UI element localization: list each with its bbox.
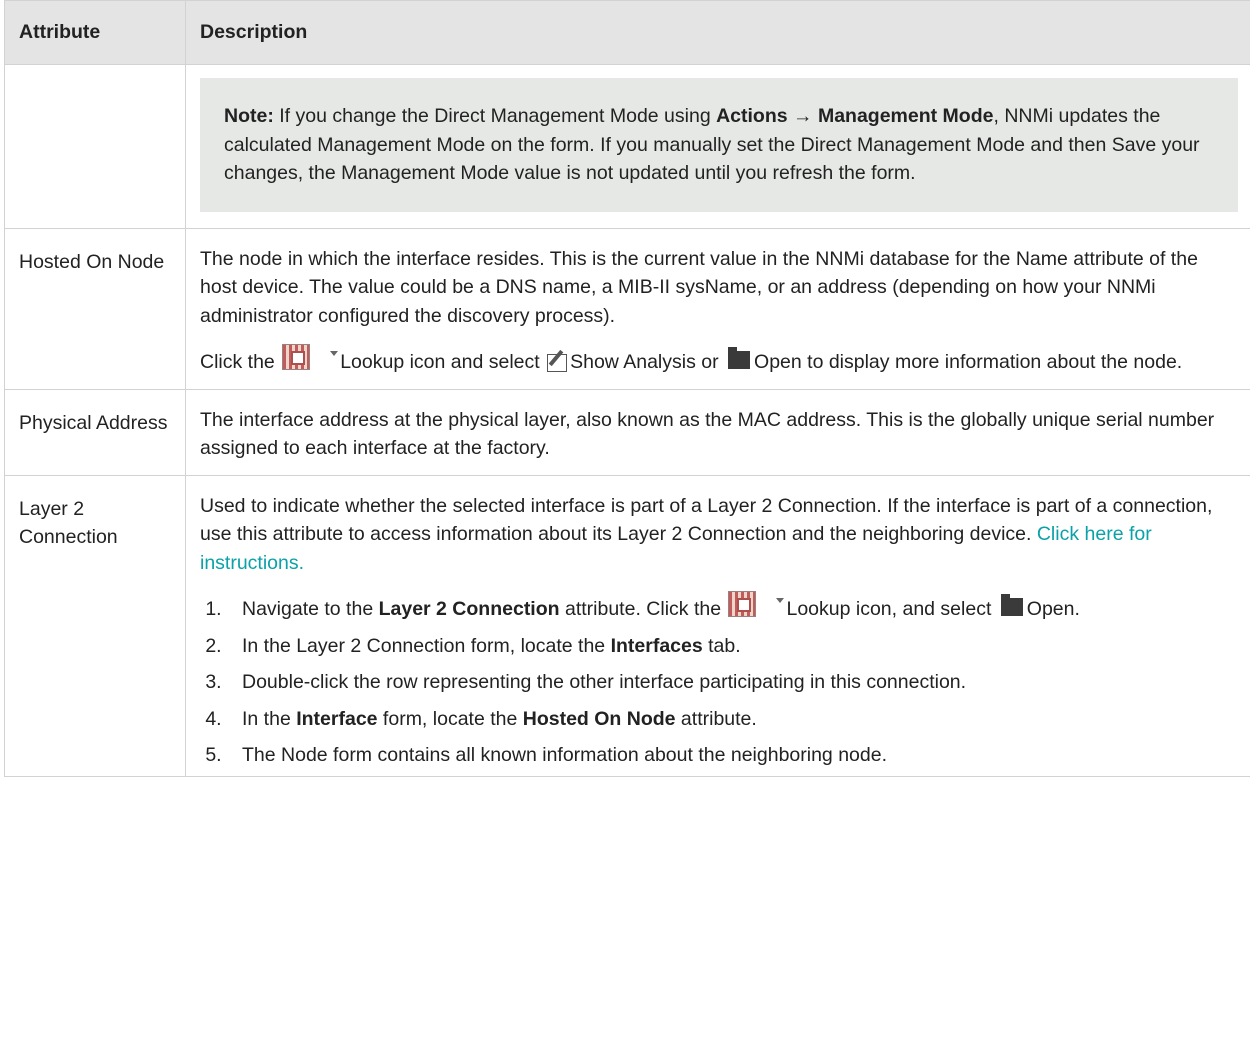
table-row: Note: If you change the Direct Managemen… xyxy=(4,64,1250,229)
text-part: In the Layer 2 Connection form, locate t… xyxy=(242,634,611,657)
table-row: Physical Address The interface address a… xyxy=(4,388,1250,476)
text-part: Lookup icon, and select xyxy=(786,598,992,620)
note-menu-management-mode: Management Mode xyxy=(817,105,994,127)
attribute-table: Attribute Description Note: If you chang… xyxy=(4,0,1250,777)
list-item: Double-click the row representing the ot… xyxy=(227,668,1236,697)
text-part: tab. xyxy=(702,634,741,657)
table-row: Layer 2 Connection Used to indicate whet… xyxy=(4,474,1250,777)
note-label: Note: xyxy=(224,105,274,127)
layer-2-connection-desc: Used to indicate whether the selected in… xyxy=(200,492,1236,578)
text-part: Open to display more information about t… xyxy=(754,351,1183,373)
list-item: In the Interface form, locate the Hosted… xyxy=(227,705,1236,734)
table-header-row: Attribute Description xyxy=(4,0,1250,65)
bold-text: Layer 2 Connection xyxy=(378,598,560,620)
text-part: Navigate to the xyxy=(242,598,379,620)
note-box: Note: If you change the Direct Managemen… xyxy=(200,78,1238,212)
text-part: The Node form contains all known informa… xyxy=(242,744,887,766)
text-part: In the xyxy=(242,707,297,730)
note-text: Note: If you change the Direct Managemen… xyxy=(224,102,1214,188)
description-cell: Note: If you change the Direct Managemen… xyxy=(185,64,1250,229)
chevron-down-icon xyxy=(330,351,339,356)
attribute-cell-empty xyxy=(4,64,186,229)
hosted-on-node-lookup-desc: Click the Lookup icon and select Show An… xyxy=(200,344,1236,377)
description-cell: The node in which the interface resides.… xyxy=(185,227,1250,390)
text-part: attribute. Click the xyxy=(559,598,722,620)
text-part: form, locate the xyxy=(377,707,523,730)
note-menu-actions: Actions xyxy=(716,105,788,127)
note-menu-arrow: → xyxy=(787,105,818,127)
attribute-physical-address: Physical Address xyxy=(4,388,186,476)
lookup-icon xyxy=(726,591,760,617)
text-part: Lookup icon and select xyxy=(340,351,540,373)
attribute-layer-2-connection: Layer 2 Connection xyxy=(4,474,186,777)
description-cell: Used to indicate whether the selected in… xyxy=(185,474,1250,777)
text-part: Open. xyxy=(1026,598,1080,620)
attribute-hosted-on-node: Hosted On Node xyxy=(4,227,186,390)
bold-text: Interfaces xyxy=(610,634,703,657)
list-item: The Node form contains all known informa… xyxy=(227,741,1236,770)
edit-icon xyxy=(547,354,568,372)
list-item: In the Layer 2 Connection form, locate t… xyxy=(227,632,1236,661)
folder-icon xyxy=(1000,594,1023,616)
text-part: Show Analysis or xyxy=(570,351,719,373)
table-row: Hosted On Node The node in which the int… xyxy=(4,227,1250,390)
header-attribute: Attribute xyxy=(4,0,186,65)
folder-icon xyxy=(728,347,751,369)
note-text-part: If you change the Direct Management Mode… xyxy=(273,105,717,127)
text-part: Double-click the row representing the ot… xyxy=(242,671,967,693)
chevron-down-icon xyxy=(776,598,785,603)
physical-address-desc: The interface address at the physical la… xyxy=(200,408,1215,460)
text-part: attribute. xyxy=(675,707,757,730)
lookup-icon xyxy=(280,344,314,370)
text-part: Click the xyxy=(200,351,275,373)
hosted-on-node-desc: The node in which the interface resides.… xyxy=(200,247,1198,327)
list-item: Navigate to the Layer 2 Connection attri… xyxy=(227,591,1236,624)
header-description: Description xyxy=(185,0,1250,65)
description-cell: The interface address at the physical la… xyxy=(185,388,1250,476)
instructions-list: Navigate to the Layer 2 Connection attri… xyxy=(200,591,1236,770)
bold-text: Hosted On Node xyxy=(522,707,676,730)
bold-text: Interface xyxy=(296,707,378,730)
